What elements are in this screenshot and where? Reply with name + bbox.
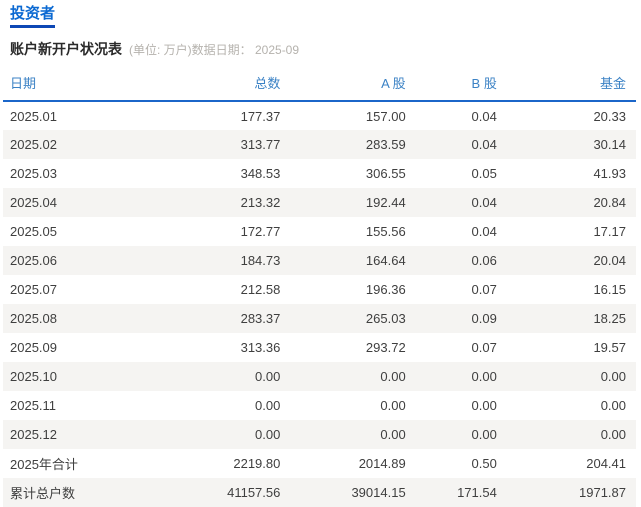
row-label: 2025.07 <box>3 275 155 304</box>
cell-value: 348.53 <box>155 159 290 188</box>
cell-value: 0.00 <box>290 420 415 449</box>
row-label: 2025.06 <box>3 246 155 275</box>
table-row: 2025年合计2219.802014.890.50204.41 <box>3 449 636 478</box>
cell-value: 0.07 <box>416 275 507 304</box>
row-label: 2025.12 <box>3 420 155 449</box>
column-header-date: 日期 <box>3 64 155 101</box>
cell-value: 196.36 <box>290 275 415 304</box>
table-row: 2025.120.000.000.000.00 <box>3 420 636 449</box>
cell-value: 184.73 <box>155 246 290 275</box>
cell-value: 0.00 <box>507 391 636 420</box>
cell-value: 30.14 <box>507 130 636 159</box>
cell-value: 1971.87 <box>507 478 636 507</box>
cell-value: 213.32 <box>155 188 290 217</box>
row-label: 2025.05 <box>3 217 155 246</box>
cell-value: 0.00 <box>416 391 507 420</box>
cell-value: 41.93 <box>507 159 636 188</box>
row-label: 2025.08 <box>3 304 155 333</box>
cell-value: 17.17 <box>507 217 636 246</box>
cell-value: 265.03 <box>290 304 415 333</box>
column-header-b-shares: B 股 <box>416 64 507 101</box>
table-row: 2025.06184.73164.640.0620.04 <box>3 246 636 275</box>
cell-value: 20.84 <box>507 188 636 217</box>
title-bar: 投资者 <box>0 0 641 28</box>
cell-value: 0.07 <box>416 333 507 362</box>
row-label: 2025.01 <box>3 101 155 130</box>
cell-value: 20.04 <box>507 246 636 275</box>
row-label: 2025.10 <box>3 362 155 391</box>
column-header-a-shares: A 股 <box>290 64 415 101</box>
cell-value: 18.25 <box>507 304 636 333</box>
table-row: 2025.04213.32192.440.0420.84 <box>3 188 636 217</box>
account-openings-table: 日期 总数 A 股 B 股 基金 2025.01177.37157.000.04… <box>3 64 636 507</box>
cell-value: 2014.89 <box>290 449 415 478</box>
table-row: 累计总户数41157.5639014.15171.541971.87 <box>3 478 636 507</box>
cell-value: 19.57 <box>507 333 636 362</box>
cell-value: 0.00 <box>416 420 507 449</box>
row-label: 2025.02 <box>3 130 155 159</box>
table-header-row: 日期 总数 A 股 B 股 基金 <box>3 64 636 101</box>
table-row: 2025.01177.37157.000.0420.33 <box>3 101 636 130</box>
table-row: 2025.05172.77155.560.0417.17 <box>3 217 636 246</box>
table-row: 2025.03348.53306.550.0541.93 <box>3 159 636 188</box>
cell-value: 0.04 <box>416 217 507 246</box>
page-title-tab[interactable]: 投资者 <box>10 5 55 28</box>
cell-value: 157.00 <box>290 101 415 130</box>
cell-value: 2219.80 <box>155 449 290 478</box>
table-row: 2025.07212.58196.360.0716.15 <box>3 275 636 304</box>
cell-value: 0.06 <box>416 246 507 275</box>
cell-value: 204.41 <box>507 449 636 478</box>
cell-value: 39014.15 <box>290 478 415 507</box>
cell-value: 313.36 <box>155 333 290 362</box>
table-row: 2025.02313.77283.590.0430.14 <box>3 130 636 159</box>
row-label: 2025.03 <box>3 159 155 188</box>
cell-value: 313.77 <box>155 130 290 159</box>
cell-value: 177.37 <box>155 101 290 130</box>
cell-value: 283.37 <box>155 304 290 333</box>
cell-value: 0.04 <box>416 130 507 159</box>
cell-value: 306.55 <box>290 159 415 188</box>
row-label: 2025.09 <box>3 333 155 362</box>
cell-value: 172.77 <box>155 217 290 246</box>
cell-value: 0.00 <box>507 362 636 391</box>
cell-value: 164.64 <box>290 246 415 275</box>
unit-note: (单位: 万户)数据日期： 2025-09 <box>129 41 299 58</box>
cell-value: 0.00 <box>155 391 290 420</box>
cell-value: 171.54 <box>416 478 507 507</box>
row-label: 累计总户数 <box>3 478 155 507</box>
investor-page: 投资者 账户新开户状况表 (单位: 万户)数据日期： 2025-09 日期 总数… <box>0 0 641 500</box>
cell-value: 20.33 <box>507 101 636 130</box>
cell-value: 283.59 <box>290 130 415 159</box>
table-row: 2025.110.000.000.000.00 <box>3 391 636 420</box>
cell-value: 0.00 <box>507 420 636 449</box>
cell-value: 293.72 <box>290 333 415 362</box>
cell-value: 0.00 <box>155 420 290 449</box>
column-header-funds: 基金 <box>507 64 636 101</box>
column-header-total: 总数 <box>155 64 290 101</box>
cell-value: 0.00 <box>155 362 290 391</box>
cell-value: 0.04 <box>416 101 507 130</box>
table-row: 2025.100.000.000.000.00 <box>3 362 636 391</box>
table-row: 2025.08283.37265.030.0918.25 <box>3 304 636 333</box>
subtitle-row: 账户新开户状况表 (单位: 万户)数据日期： 2025-09 <box>0 28 641 61</box>
cell-value: 212.58 <box>155 275 290 304</box>
table-row: 2025.09313.36293.720.0719.57 <box>3 333 636 362</box>
cell-value: 0.04 <box>416 188 507 217</box>
cell-value: 41157.56 <box>155 478 290 507</box>
cell-value: 0.00 <box>416 362 507 391</box>
cell-value: 0.09 <box>416 304 507 333</box>
cell-value: 192.44 <box>290 188 415 217</box>
cell-value: 0.00 <box>290 362 415 391</box>
row-label: 2025.04 <box>3 188 155 217</box>
table-body: 2025.01177.37157.000.0420.332025.02313.7… <box>3 101 636 507</box>
cell-value: 0.05 <box>416 159 507 188</box>
row-label: 2025年合计 <box>3 449 155 478</box>
cell-value: 0.50 <box>416 449 507 478</box>
cell-value: 16.15 <box>507 275 636 304</box>
cell-value: 155.56 <box>290 217 415 246</box>
row-label: 2025.11 <box>3 391 155 420</box>
section-title: 账户新开户状况表 <box>10 39 122 59</box>
cell-value: 0.00 <box>290 391 415 420</box>
